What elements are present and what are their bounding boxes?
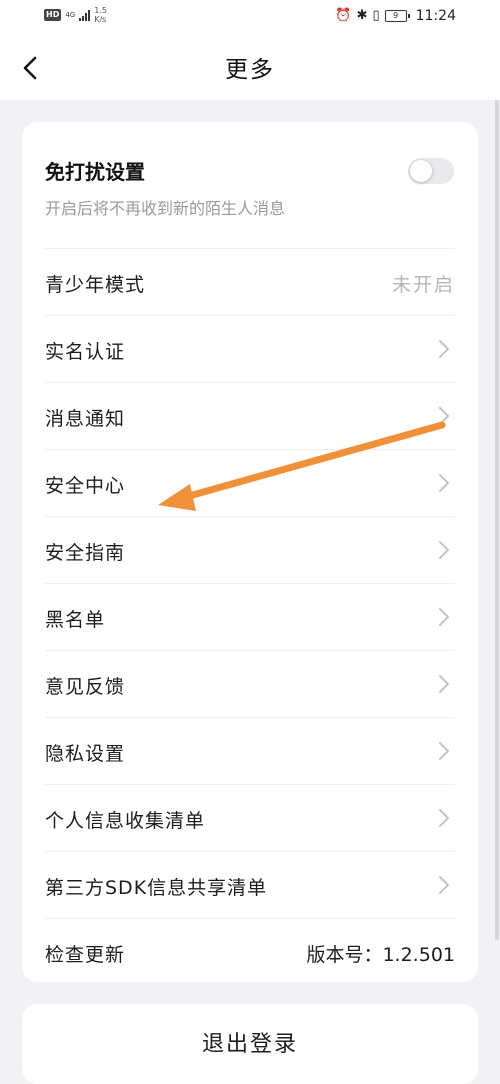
speed-value: 1.5 [94, 6, 107, 15]
status-bar: HD 4G 1.5 K/s ⏰ ✱ ▯ 9 11:24 [0, 0, 500, 36]
chevron-right-icon [439, 474, 449, 492]
page-title: 更多 [225, 57, 275, 83]
menu-item-blacklist[interactable]: 黑名单 [45, 583, 455, 650]
chevron-right-icon [439, 742, 449, 760]
speed-unit: K/s [94, 15, 107, 24]
menu-item-security-guide[interactable]: 安全指南 [45, 516, 455, 583]
menu-item-label: 检查更新 [45, 944, 126, 966]
menu-item-privacy-settings[interactable]: 隐私设置 [45, 717, 455, 784]
logout-card: 退出登录 [22, 1004, 478, 1084]
menu-item-real-name-verification[interactable]: 实名认证 [45, 315, 455, 382]
battery-level: 9 [393, 11, 399, 20]
network-type: 4G [65, 11, 76, 19]
chevron-right-icon [439, 809, 449, 827]
toggle-knob [410, 160, 432, 182]
menu-item-label: 黑名单 [45, 609, 106, 631]
menu-item-label: 实名认证 [45, 341, 126, 363]
settings-card: 免打扰设置 开启后将不再收到新的陌生人消息 青少年模式 未开启 实名认证 消息通… [22, 122, 478, 982]
hd-badge: HD [44, 9, 62, 21]
menu-item-third-party-sdk-list[interactable]: 第三方SDK信息共享清单 [45, 851, 455, 918]
logout-button[interactable]: 退出登录 [22, 1026, 478, 1058]
version-number: 版本号：1.2.501 [306, 944, 455, 966]
chevron-right-icon [439, 675, 449, 693]
do-not-disturb-section: 免打扰设置 开启后将不再收到新的陌生人消息 [22, 122, 478, 248]
menu-item-label: 第三方SDK信息共享清单 [45, 877, 268, 899]
signal-icon [79, 9, 91, 21]
chevron-right-icon [439, 541, 449, 559]
navigation-bar: 更多 [0, 36, 500, 100]
bluetooth-icon: ✱ [356, 8, 368, 23]
vibrate-icon: ▯ [372, 8, 380, 23]
youth-mode-status: 未开启 [391, 274, 455, 296]
status-bar-left: HD 4G 1.5 K/s [44, 6, 107, 24]
do-not-disturb-description: 开启后将不再收到新的陌生人消息 [45, 199, 286, 218]
chevron-right-icon [439, 876, 449, 894]
menu-item-label: 隐私设置 [45, 743, 126, 765]
menu-item-security-center[interactable]: 安全中心 [45, 449, 455, 516]
do-not-disturb-title: 免打扰设置 [45, 160, 145, 184]
menu-item-label: 意见反馈 [45, 676, 126, 698]
menu-item-label: 消息通知 [45, 408, 126, 430]
scrollbar[interactable] [495, 100, 499, 940]
menu-item-label: 青少年模式 [45, 274, 146, 296]
menu-item-notifications[interactable]: 消息通知 [45, 382, 455, 449]
clock: 11:24 [415, 8, 456, 24]
menu-item-label: 安全中心 [45, 475, 126, 497]
chevron-right-icon [439, 407, 449, 425]
alarm-icon: ⏰ [335, 8, 352, 23]
menu-item-label: 个人信息收集清单 [45, 810, 206, 832]
chevron-right-icon [439, 608, 449, 626]
menu-item-check-update[interactable]: 检查更新 版本号：1.2.501 [45, 918, 455, 985]
battery-icon: 9 [384, 10, 410, 22]
menu-item-feedback[interactable]: 意见反馈 [45, 650, 455, 717]
menu-item-personal-info-list[interactable]: 个人信息收集清单 [45, 784, 455, 851]
menu-item-label: 安全指南 [45, 542, 126, 564]
status-bar-right: ⏰ ✱ ▯ 9 11:24 [335, 8, 456, 24]
menu-item-youth-mode[interactable]: 青少年模式 未开启 [45, 248, 455, 315]
do-not-disturb-toggle[interactable] [408, 158, 454, 184]
chevron-right-icon [439, 340, 449, 358]
network-speed: 1.5 K/s [94, 6, 107, 24]
